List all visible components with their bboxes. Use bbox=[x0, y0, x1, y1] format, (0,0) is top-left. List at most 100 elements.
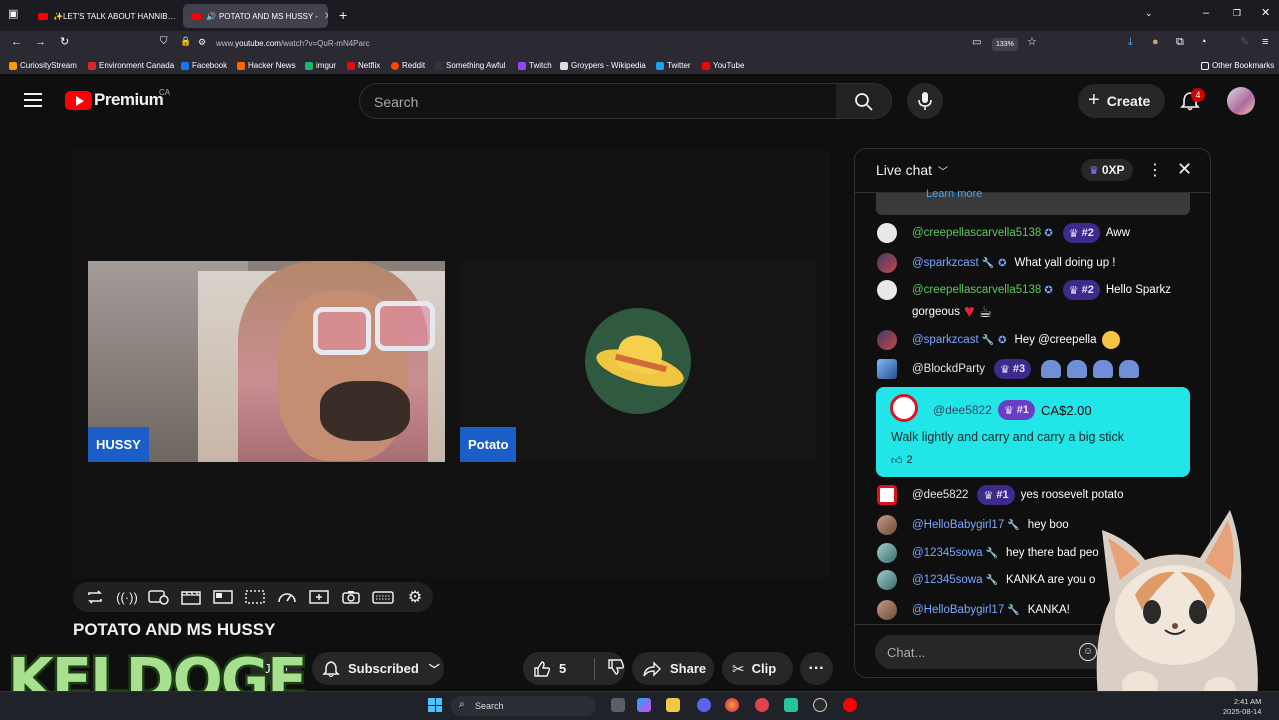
screenshot-record-icon[interactable] bbox=[147, 588, 171, 606]
chat-username[interactable]: @dee5822 bbox=[933, 403, 992, 417]
tab-list-icon[interactable]: ▣ bbox=[8, 9, 18, 20]
chat-username[interactable]: @sparkzcast bbox=[912, 257, 979, 269]
speaker-icon[interactable]: 🔊 bbox=[206, 12, 216, 21]
discord-icon[interactable] bbox=[697, 698, 711, 712]
picture-in-picture-icon[interactable]: ▭ bbox=[972, 38, 981, 48]
chat-username[interactable]: @creepellascarvella5138 bbox=[912, 227, 1041, 239]
user-avatar[interactable] bbox=[877, 330, 897, 350]
account-avatar[interactable] bbox=[1227, 87, 1255, 115]
audio-wave-icon[interactable]: ((·)) bbox=[115, 588, 139, 606]
user-avatar[interactable] bbox=[877, 515, 897, 535]
chevron-down-icon[interactable]: ⌄ bbox=[1145, 9, 1153, 18]
extensions-puzzle-icon[interactable]: ⧉ bbox=[1176, 37, 1184, 48]
file-explorer-icon[interactable] bbox=[666, 698, 680, 712]
chat-username[interactable]: @12345sowa bbox=[912, 574, 983, 586]
user-avatar[interactable] bbox=[877, 280, 897, 300]
learn-more-link[interactable]: Learn more bbox=[926, 188, 982, 200]
taskbar-search[interactable]: ⌕ Search bbox=[451, 696, 596, 716]
chat-username[interactable]: @12345sowa bbox=[912, 547, 983, 559]
bookmark-twitch[interactable]: Twitch bbox=[518, 61, 552, 70]
minimize-icon[interactable]: – bbox=[1203, 8, 1209, 19]
premium-logo-text[interactable]: Premium bbox=[94, 90, 164, 110]
windows-start-icon[interactable] bbox=[428, 698, 442, 712]
super-chat-like[interactable]: 👍︎ 2 bbox=[891, 450, 913, 470]
bookmark-youtube[interactable]: YouTube bbox=[702, 61, 744, 70]
bookmark-hacker-news[interactable]: Hacker News bbox=[237, 61, 296, 70]
close-tab-icon[interactable]: ✕ bbox=[176, 11, 180, 22]
cinema-mode-icon[interactable] bbox=[179, 588, 203, 606]
super-chat-card[interactable]: @dee5822 ♛ #1 CA$2.00 Walk lightly and ca… bbox=[876, 387, 1190, 477]
chat-username[interactable]: @sparkzcast bbox=[912, 334, 979, 346]
browser-tab-1[interactable]: ✨LET'S TALK ABOUT HANNIB… ✕ bbox=[30, 4, 180, 28]
restore-icon[interactable]: ❐ bbox=[1233, 9, 1241, 18]
account-icon[interactable]: ◔ bbox=[1200, 37, 1207, 48]
firefox-icon[interactable] bbox=[725, 698, 739, 712]
camera-icon[interactable] bbox=[339, 588, 363, 606]
keyboard-icon[interactable] bbox=[371, 588, 395, 606]
chat-username[interactable]: @dee5822 bbox=[912, 489, 968, 501]
task-view-icon[interactable] bbox=[611, 698, 625, 712]
media-player-icon[interactable] bbox=[813, 698, 827, 712]
user-avatar[interactable] bbox=[877, 543, 897, 563]
bookmark-netflix[interactable]: Netflix bbox=[347, 61, 380, 70]
user-avatar[interactable] bbox=[877, 253, 897, 273]
loop-icon[interactable] bbox=[83, 588, 107, 606]
create-button[interactable]: + Create bbox=[1078, 84, 1165, 118]
dislike-button[interactable] bbox=[607, 658, 625, 679]
forward-icon[interactable]: → bbox=[35, 37, 46, 48]
xp-badge[interactable]: ♛ 0XP bbox=[1081, 159, 1133, 181]
more-actions-button[interactable]: ··· bbox=[800, 652, 833, 685]
permissions-icon[interactable]: ⚙ bbox=[198, 38, 206, 47]
app-icon[interactable] bbox=[755, 698, 769, 712]
close-window-icon[interactable]: ✕ bbox=[1261, 8, 1270, 19]
youtube-app-icon[interactable] bbox=[843, 698, 857, 712]
pen-icon[interactable]: ✎ bbox=[1240, 37, 1249, 48]
user-avatar[interactable] bbox=[877, 600, 897, 620]
bookmark-something-awful[interactable]: Something Awful bbox=[435, 61, 505, 70]
bookmark-facebook[interactable]: Facebook bbox=[181, 61, 227, 70]
chat-mode-dropdown[interactable]: Live chat ﹀ bbox=[876, 162, 948, 178]
search-input[interactable]: Search bbox=[359, 83, 837, 119]
bookmark-environment-canada[interactable]: Environment Canada bbox=[88, 61, 174, 70]
youtube-logo-icon[interactable] bbox=[65, 91, 92, 110]
download-icon[interactable]: ⤓ bbox=[1128, 37, 1133, 48]
chat-username[interactable]: @creepellascarvella5138 bbox=[912, 284, 1041, 296]
new-tab-icon[interactable]: + bbox=[339, 8, 347, 22]
more-vertical-icon[interactable]: ⋮ bbox=[1147, 160, 1163, 180]
theater-icon[interactable] bbox=[243, 588, 267, 606]
user-avatar[interactable] bbox=[877, 359, 897, 379]
star-bookmark-icon[interactable]: ☆ bbox=[1027, 37, 1037, 48]
bookmark-twitter[interactable]: Twitter bbox=[656, 61, 691, 70]
share-button[interactable]: Share bbox=[632, 652, 714, 685]
chat-username[interactable]: @HelloBabygirl17 bbox=[912, 604, 1004, 616]
settings-gear-icon[interactable]: ⚙ bbox=[403, 588, 427, 606]
user-avatar[interactable] bbox=[877, 223, 897, 243]
user-avatar[interactable] bbox=[877, 570, 897, 590]
chat-username[interactable]: @BlockdParty bbox=[912, 363, 985, 375]
learn-more-banner[interactable]: Learn more bbox=[876, 188, 1190, 215]
shield-icon[interactable]: ⛉ bbox=[160, 37, 168, 47]
copilot-icon[interactable] bbox=[637, 698, 651, 712]
app-icon[interactable] bbox=[784, 698, 798, 712]
voice-search-button[interactable] bbox=[907, 83, 943, 119]
clip-button[interactable]: ✂ Clip bbox=[722, 652, 793, 685]
guide-menu-icon[interactable] bbox=[24, 93, 42, 107]
bookmark-groypers-wikipedia[interactable]: Groypers - Wikipedia bbox=[560, 61, 646, 70]
taskbar-clock[interactable]: 2:41 AM 2025-08-14 bbox=[1223, 697, 1261, 717]
browser-tab-2[interactable]: 🔊 POTATO AND MS HUSSY - ✕ bbox=[183, 4, 328, 28]
search-button[interactable] bbox=[836, 83, 892, 119]
other-bookmarks[interactable]: Other Bookmarks bbox=[1201, 61, 1274, 70]
bookmark-reddit[interactable]: Reddit bbox=[391, 61, 425, 70]
user-avatar[interactable] bbox=[890, 394, 918, 422]
extension-icon[interactable]: ● bbox=[1152, 37, 1159, 48]
bookmark-imgur[interactable]: imgur bbox=[305, 61, 336, 70]
reload-icon[interactable]: ↻ bbox=[60, 37, 69, 48]
url-bar[interactable]: www.youtube.com/watch?v=QuR-mN4Parc bbox=[216, 39, 370, 48]
zoom-level[interactable]: 133% bbox=[992, 38, 1018, 51]
menu-hamburger-icon[interactable]: ≡ bbox=[1262, 37, 1268, 48]
picture-in-picture-icon[interactable] bbox=[211, 588, 235, 606]
like-button[interactable]: 5 bbox=[533, 660, 582, 678]
back-icon[interactable]: ← bbox=[11, 37, 22, 48]
bookmark-curiositystream[interactable]: CuriosityStream bbox=[9, 61, 77, 70]
close-chat-icon[interactable]: ✕ bbox=[1177, 159, 1192, 180]
